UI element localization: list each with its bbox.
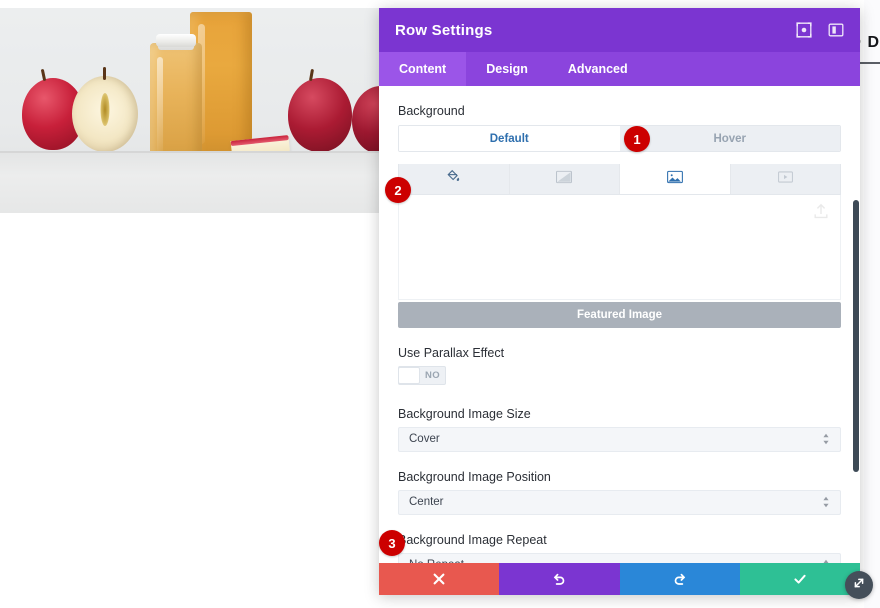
- modal-resize-handle[interactable]: [845, 571, 873, 599]
- background-section-label: Background: [398, 104, 465, 118]
- background-image-icon: [666, 170, 683, 189]
- screen-root: O D Row Settings Content Design Advanced…: [0, 0, 880, 608]
- featured-image-button[interactable]: Featured Image: [398, 302, 841, 328]
- modal-title: Row Settings: [395, 21, 493, 39]
- callout-badge-1: 1: [624, 126, 650, 152]
- field-background-image-size: Background Image Size Cover: [398, 407, 841, 452]
- state-hover-button[interactable]: Hover: [619, 126, 840, 151]
- hero-product-image: [0, 8, 380, 213]
- background-state-toggle: Default Hover: [398, 125, 841, 152]
- field-label-image-repeat: Background Image Repeat: [398, 532, 547, 547]
- background-video-tab[interactable]: [729, 164, 841, 194]
- modal-header-actions: [796, 22, 844, 38]
- parallax-toggle-knob: [398, 366, 420, 384]
- apple-half-cut: [72, 67, 138, 152]
- tab-content[interactable]: Content: [379, 52, 467, 86]
- parallax-toggle-value: NO: [424, 370, 441, 381]
- tab-advanced[interactable]: Advanced: [548, 52, 648, 86]
- page-right-margin: [864, 0, 880, 608]
- chevron-updown-icon: [822, 496, 830, 508]
- background-image-repeat-value: No Repeat: [409, 559, 464, 563]
- modal-body: Background Default Hover Featured Image …: [379, 86, 860, 563]
- field-use-parallax-effect: Use Parallax Effect NO: [398, 346, 841, 389]
- background-gradient-icon: [556, 170, 573, 189]
- background-image-position-value: Center: [409, 496, 444, 508]
- field-label-image-position: Background Image Position: [398, 469, 551, 484]
- modal-scrollbar-thumb[interactable]: [853, 200, 859, 472]
- field-background-image-position: Background Image Position Center: [398, 470, 841, 515]
- bottle-cap: [156, 34, 196, 47]
- chevron-updown-icon: [822, 559, 830, 563]
- background-video-icon: [777, 170, 793, 188]
- undo-icon: [552, 572, 566, 586]
- modal-footer: [379, 563, 860, 595]
- background-color-icon: [446, 169, 461, 189]
- background-image-tab[interactable]: [619, 164, 730, 194]
- background-image-dropzone[interactable]: [398, 195, 841, 300]
- field-label-parallax: Use Parallax Effect: [398, 346, 505, 360]
- background-gradient-tab[interactable]: [508, 164, 620, 194]
- modal-header: Row Settings: [379, 8, 860, 52]
- expand-icon[interactable]: [796, 22, 812, 38]
- juice-bottle-small: [150, 43, 202, 168]
- close-icon: [432, 572, 446, 586]
- field-label-image-size: Background Image Size: [398, 406, 531, 421]
- redo-button[interactable]: [619, 563, 740, 595]
- panel-layout-icon[interactable]: [828, 22, 844, 38]
- background-image-size-value: Cover: [409, 433, 440, 445]
- row-settings-modal: Row Settings Content Design Advanced Bac…: [379, 8, 860, 595]
- save-button[interactable]: [739, 563, 860, 595]
- apple-whole-right: [288, 78, 352, 152]
- table-surface: [0, 151, 380, 213]
- field-background-image-repeat: Background Image Repeat No Repeat: [398, 532, 841, 563]
- tab-design[interactable]: Design: [466, 52, 548, 86]
- callout-badge-2: 2: [385, 177, 411, 203]
- background-color-tab[interactable]: [399, 164, 509, 194]
- undo-button[interactable]: [499, 563, 620, 595]
- redo-icon: [673, 572, 687, 586]
- upload-icon[interactable]: [814, 203, 828, 219]
- apple-whole-far-right: [352, 86, 380, 154]
- chevron-updown-icon: [822, 433, 830, 445]
- cancel-button[interactable]: [379, 563, 500, 595]
- background-type-tabs: [398, 164, 841, 195]
- background-image-repeat-select[interactable]: No Repeat: [398, 552, 841, 563]
- background-image-position-select[interactable]: Center: [398, 489, 841, 515]
- background-image-size-select[interactable]: Cover: [398, 426, 841, 452]
- modal-tabs: Content Design Advanced: [379, 52, 860, 86]
- callout-badge-3: 3: [379, 530, 405, 556]
- parallax-toggle[interactable]: NO: [398, 366, 446, 385]
- state-default-button[interactable]: Default: [399, 126, 620, 151]
- resize-diagonal-icon: [852, 576, 866, 595]
- check-icon: [793, 572, 807, 586]
